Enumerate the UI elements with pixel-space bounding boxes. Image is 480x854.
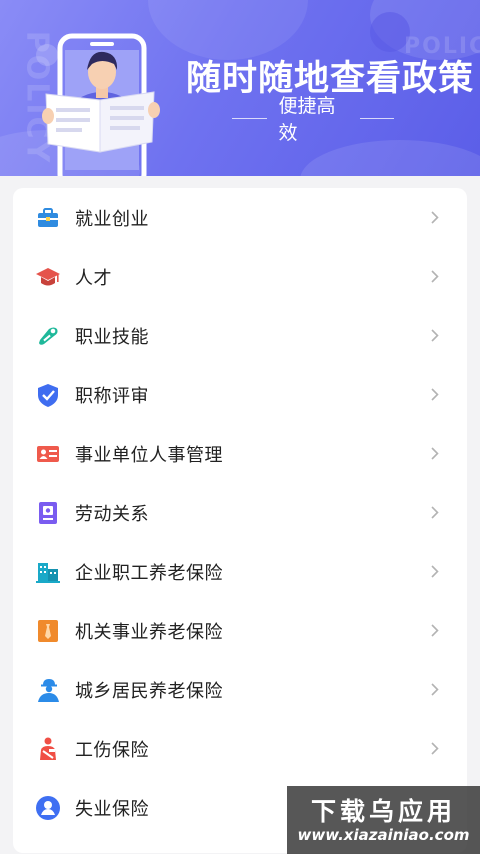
worker-icon — [35, 677, 61, 703]
graduation-cap-icon — [35, 264, 61, 290]
list-item-label: 劳动关系 — [75, 503, 149, 525]
office-building-icon — [35, 559, 61, 585]
list-item-label: 人才 — [75, 267, 112, 289]
chevron-right-icon — [431, 211, 439, 224]
list-item-label: 职业技能 — [75, 326, 149, 348]
id-card-icon — [35, 441, 61, 467]
injured-person-icon — [35, 736, 61, 762]
watermark: 下载乌应用 www.xiazainiao.com — [287, 786, 480, 854]
banner-subtitle: 便捷高效 — [278, 95, 336, 144]
chevron-right-icon — [431, 683, 439, 696]
list-item-label: 失业保险 — [75, 798, 149, 820]
list-item-label: 机关事业养老保险 — [75, 621, 223, 643]
subtitle-left-line — [232, 117, 267, 119]
chevron-right-icon — [431, 270, 439, 283]
list-item-public-institution-hr[interactable]: 事业单位人事管理 — [13, 424, 467, 483]
list-item-label: 工伤保险 — [75, 739, 149, 761]
list-item-label: 事业单位人事管理 — [75, 444, 223, 466]
chevron-right-icon — [431, 506, 439, 519]
banner-subtitle-wrap: 便捷高效 — [220, 95, 406, 144]
watermark-url: www.xiazainiao.com — [297, 826, 470, 844]
list-item-resident-pension[interactable]: 城乡居民养老保险 — [13, 660, 467, 719]
watermark-title: 下载乌应用 — [310, 797, 456, 826]
list-item-employment[interactable]: 就业创业 — [13, 188, 467, 247]
list-item-government-pension[interactable]: 机关事业养老保险 — [13, 601, 467, 660]
chevron-right-icon — [431, 624, 439, 637]
list-item-vocational-skills[interactable]: 职业技能 — [13, 306, 467, 365]
chevron-right-icon — [431, 388, 439, 401]
chevron-right-icon — [431, 447, 439, 460]
policy-category-list: 就业创业 人才 职业技能 职称评审 事业单位人事管理 劳动关系 企业职工养老保险… — [13, 188, 467, 853]
shield-check-icon — [35, 382, 61, 408]
contract-icon — [35, 500, 61, 526]
subtitle-right-line — [359, 117, 394, 119]
briefcase-icon — [35, 205, 61, 231]
chevron-right-icon — [431, 329, 439, 342]
policy-banner: POLICY POLICY 随时随地查看政策 便捷高效 — [0, 0, 480, 176]
list-item-label: 职称评审 — [75, 385, 149, 407]
official-tie-icon — [35, 618, 61, 644]
person-circle-icon — [35, 795, 61, 821]
list-item-title-review[interactable]: 职称评审 — [13, 365, 467, 424]
list-item-enterprise-pension[interactable]: 企业职工养老保险 — [13, 542, 467, 601]
list-item-work-injury-insurance[interactable]: 工伤保险 — [13, 719, 467, 778]
list-item-label: 企业职工养老保险 — [75, 562, 223, 584]
list-item-talent[interactable]: 人才 — [13, 247, 467, 306]
list-item-label: 城乡居民养老保险 — [75, 680, 223, 702]
list-item-label: 就业创业 — [75, 208, 149, 230]
tool-icon — [35, 323, 61, 349]
list-item-labor-relations[interactable]: 劳动关系 — [13, 483, 467, 542]
chevron-right-icon — [431, 565, 439, 578]
chevron-right-icon — [431, 742, 439, 755]
reading-person-illustration — [42, 33, 160, 176]
